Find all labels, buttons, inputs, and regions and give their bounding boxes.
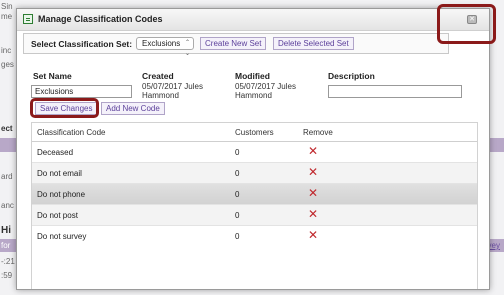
created-line: Hammond <box>142 91 179 100</box>
description-header: Description <box>328 71 375 81</box>
customers-cell: 0 <box>235 148 240 157</box>
code-cell: Do not post <box>37 211 78 220</box>
classification-set-select[interactable]: Exclusions ⌃ ⌄ <box>136 37 194 57</box>
bg-fragment: for <box>1 241 11 250</box>
bg-fragment: ges <box>1 60 14 69</box>
table-header: Classification Code Customers Remove <box>32 123 477 142</box>
table-row[interactable]: Do not email 0 ✕ <box>32 163 477 184</box>
set-name-input[interactable]: Exclusions <box>31 85 132 98</box>
bg-fragment: -:21 <box>1 257 15 266</box>
remove-icon[interactable]: ✕ <box>307 208 319 221</box>
created-line: 05/07/2017 Jules <box>142 82 203 91</box>
customers-cell: 0 <box>235 211 240 220</box>
bg-strip <box>488 138 504 152</box>
remove-icon[interactable]: ✕ <box>307 166 319 179</box>
classification-codes-dialog: Manage Classification Codes ✕ Select Cla… <box>16 8 490 290</box>
remove-column-header: Remove <box>303 128 333 137</box>
modified-line: Hammond <box>235 91 272 100</box>
remove-icon[interactable]: ✕ <box>307 145 319 158</box>
set-selector-toolbar: Select Classification Set: Exclusions ⌃ ⌄… <box>23 33 449 57</box>
code-cell: Do not survey <box>37 232 87 241</box>
table-row[interactable]: Do not survey 0 ✕ <box>32 226 477 246</box>
delete-selected-set-button[interactable]: Delete Selected Set <box>273 37 354 50</box>
code-cell: Do not email <box>37 169 82 178</box>
customers-cell: 0 <box>235 190 240 199</box>
bg-strip <box>0 138 16 152</box>
customers-cell: 0 <box>235 169 240 178</box>
selected-set-value: Exclusions <box>142 39 181 48</box>
select-set-label: Select Classification Set: <box>31 39 133 49</box>
bg-fragment: me <box>1 12 13 21</box>
table-row[interactable]: Deceased 0 ✕ <box>32 142 477 163</box>
remove-icon[interactable]: ✕ <box>307 187 319 200</box>
code-cell: Deceased <box>37 148 74 157</box>
bg-fragment: ard <box>1 172 13 181</box>
select-arrows-icon: ⌃ ⌄ <box>184 40 190 57</box>
modified-header: Modified <box>235 71 270 81</box>
bg-fragment: Sin <box>1 2 13 11</box>
modified-line: 05/07/2017 Jules <box>235 82 296 91</box>
dialog-app-icon <box>23 14 33 24</box>
close-highlight-outline <box>437 4 496 44</box>
table-row[interactable]: Do not post 0 ✕ <box>32 205 477 226</box>
dialog-titlebar: Manage Classification Codes ✕ <box>17 9 489 31</box>
table-row[interactable]: Do not phone 0 ✕ <box>32 184 477 205</box>
save-highlight-outline <box>30 98 99 118</box>
code-cell: Do not phone <box>37 190 86 199</box>
bg-fragment: inc <box>1 46 12 55</box>
description-input[interactable] <box>328 85 462 98</box>
remove-icon[interactable]: ✕ <box>307 229 319 242</box>
customers-cell: 0 <box>235 232 240 241</box>
created-value: 05/07/2017 Jules Hammond <box>142 82 203 100</box>
modified-value: 05/07/2017 Jules Hammond <box>235 82 296 100</box>
dialog-title: Manage Classification Codes <box>38 14 163 24</box>
created-header: Created <box>142 71 174 81</box>
add-new-code-button[interactable]: Add New Code <box>101 102 165 115</box>
customers-column-header: Customers <box>235 128 274 137</box>
set-name-header: Set Name <box>33 71 72 81</box>
bg-fragment: ect <box>1 124 13 133</box>
classification-codes-table: Classification Code Customers Remove Dec… <box>31 122 478 289</box>
bg-fragment: Hi <box>1 225 11 236</box>
bg-fragment: :59 <box>1 271 13 280</box>
create-new-set-button[interactable]: Create New Set <box>200 37 267 50</box>
code-column-header: Classification Code <box>37 128 106 137</box>
bg-fragment: anc <box>1 201 14 210</box>
